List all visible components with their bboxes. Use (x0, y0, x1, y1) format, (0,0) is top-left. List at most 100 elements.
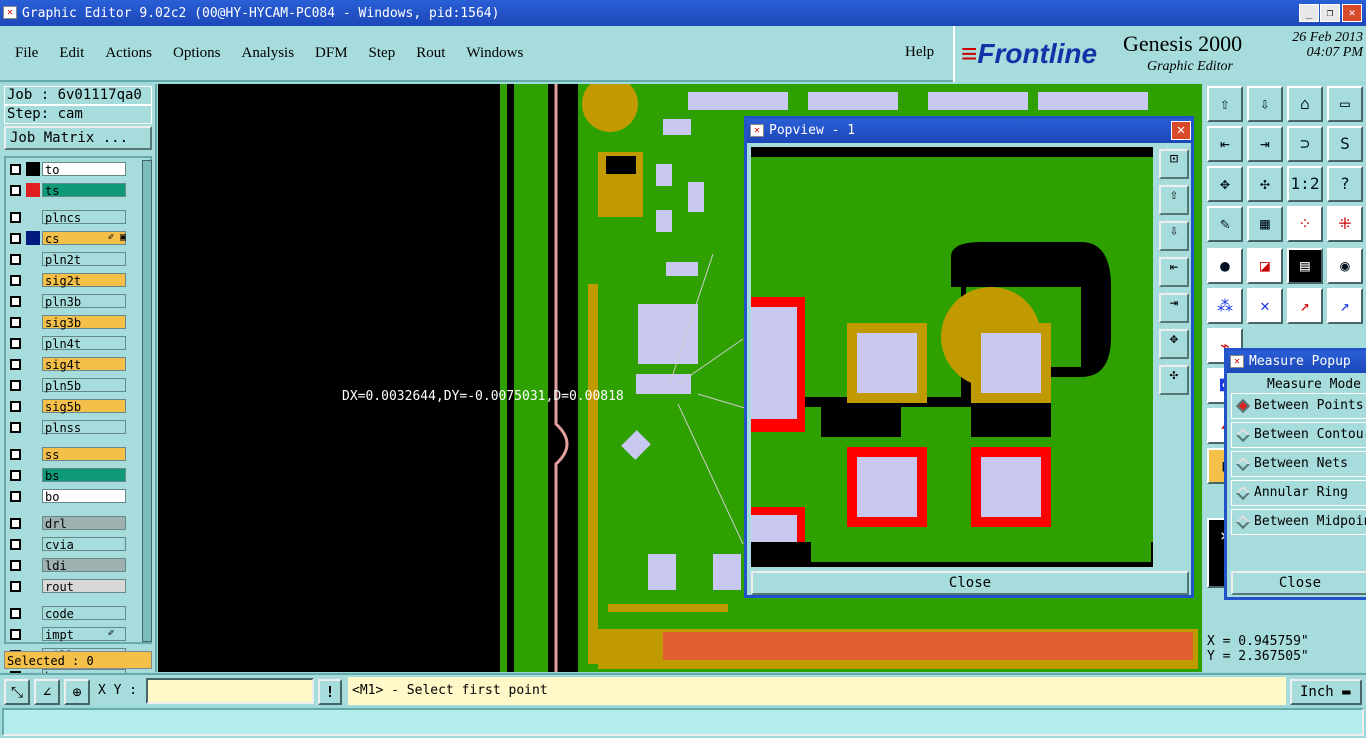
popview-close-x-button[interactable]: ✕ (1171, 121, 1191, 140)
layer-row-bo[interactable]: bo (8, 489, 128, 504)
grid-icon[interactable]: ▦ (1247, 206, 1283, 242)
layer-row-sig3b[interactable]: sig3b (8, 315, 128, 330)
layer-color-swatch[interactable] (26, 516, 40, 530)
layer-color-swatch[interactable] (26, 210, 40, 224)
cross-icon[interactable]: ✕ (1247, 288, 1283, 324)
layer-name[interactable]: bs (42, 468, 126, 483)
menu-dfm[interactable]: DFM (315, 45, 348, 62)
measure-option-between-points[interactable]: Between Points (1231, 393, 1366, 419)
menu-windows[interactable]: Windows (466, 45, 523, 62)
layer-name[interactable]: sig3b (42, 315, 126, 330)
popview-zoom-icon[interactable]: ⊡ (1159, 149, 1189, 179)
measure-option-between-midpoints[interactable]: Between Midpoints (1231, 509, 1366, 535)
ruler-icon[interactable]: ▤ (1287, 248, 1323, 284)
layer-name[interactable]: plncs (42, 210, 126, 225)
pad-icon[interactable]: ● (1207, 248, 1243, 284)
layer-checkbox[interactable] (10, 380, 21, 391)
alert-icon[interactable]: ! (318, 679, 342, 705)
menu-edit[interactable]: Edit (59, 45, 84, 62)
layer-checkbox[interactable] (10, 449, 21, 460)
layer-color-swatch[interactable] (26, 627, 40, 641)
menu-actions[interactable]: Actions (105, 45, 152, 62)
zoom-home-icon[interactable]: ⇧ (1207, 86, 1243, 122)
layer-row-pln2t[interactable]: pln2t (8, 252, 128, 267)
layer-name[interactable]: ts (42, 183, 126, 198)
layer-checkbox[interactable] (10, 254, 21, 265)
job-matrix-button[interactable]: Job Matrix ... (4, 126, 152, 150)
layer-scrollbar[interactable] (142, 160, 152, 642)
layer-color-swatch[interactable] (26, 468, 40, 482)
unit-select[interactable]: Inch ▬ (1290, 679, 1362, 705)
layer-checkbox[interactable] (10, 212, 21, 223)
layer-color-swatch[interactable] (26, 579, 40, 593)
menu-step[interactable]: Step (369, 45, 396, 62)
layer-name[interactable]: code (42, 606, 126, 621)
layer-name[interactable]: bo (42, 489, 126, 504)
resize-icon[interactable]: ⤡ (4, 679, 30, 705)
layer-name[interactable]: plnss (42, 420, 126, 435)
layer-color-swatch[interactable] (26, 252, 40, 266)
layer-color-swatch[interactable] (26, 378, 40, 392)
layer-color-swatch[interactable] (26, 294, 40, 308)
layer-checkbox[interactable] (10, 275, 21, 286)
layer-checkbox[interactable] (10, 317, 21, 328)
point-icon[interactable]: ◉ (1327, 248, 1363, 284)
shape-icon[interactable]: ◪ (1247, 248, 1283, 284)
palette-icon[interactable]: ✎ (1207, 206, 1243, 242)
menu-help[interactable]: Help (905, 44, 934, 61)
layer-checkbox[interactable] (10, 233, 21, 244)
layer-name[interactable]: pln3b (42, 294, 126, 309)
layer-row-pln3b[interactable]: pln3b (8, 294, 128, 309)
popview-up-icon[interactable]: ⇧ (1159, 185, 1189, 215)
layer-color-swatch[interactable] (26, 183, 40, 197)
layer-name[interactable]: pln2t (42, 252, 126, 267)
minimize-button[interactable]: _ (1299, 4, 1319, 22)
layer-checkbox[interactable] (10, 491, 21, 502)
home-icon[interactable]: ⌂ (1287, 86, 1323, 122)
layer-color-swatch[interactable] (26, 447, 40, 461)
layer-name[interactable]: sig5b (42, 399, 126, 414)
help-icon[interactable]: ? (1327, 166, 1363, 202)
layer-name[interactable]: ldi (42, 558, 126, 573)
layer-color-swatch[interactable] (26, 606, 40, 620)
menu-file[interactable]: File (15, 45, 38, 62)
layer-row-sig2t[interactable]: sig2t (8, 273, 128, 288)
layer-name[interactable]: pln4t (42, 336, 126, 351)
popview-fit-icon[interactable]: ✥ (1159, 329, 1189, 359)
zoom-in-icon[interactable]: ⇩ (1247, 86, 1283, 122)
layer-name[interactable]: sig4t (42, 357, 126, 372)
pan-left-icon[interactable]: ⇤ (1207, 126, 1243, 162)
layer-checkbox[interactable] (10, 164, 21, 175)
connect-icon[interactable]: ⁂ (1207, 288, 1243, 324)
layer-checkbox[interactable] (10, 581, 21, 592)
layer-checkbox[interactable] (10, 629, 21, 640)
layer-color-swatch[interactable] (26, 336, 40, 350)
layer-row-code[interactable]: code (8, 606, 128, 621)
layer-checkbox[interactable] (10, 296, 21, 307)
layer-color-swatch[interactable] (26, 399, 40, 413)
layer-name[interactable]: cvia (42, 537, 126, 552)
measure-titlebar[interactable]: ✕ Measure Popup (1227, 351, 1366, 373)
layer-color-swatch[interactable] (26, 315, 40, 329)
layer-checkbox[interactable] (10, 518, 21, 529)
layer-name[interactable]: ss (42, 447, 126, 462)
layer-checkbox[interactable] (10, 401, 21, 412)
layer-color-swatch[interactable] (26, 420, 40, 434)
layer-name[interactable]: pln5b (42, 378, 126, 393)
layer-row-pln5b[interactable]: pln5b (8, 378, 128, 393)
layer-row-cvia[interactable]: cvia (8, 537, 128, 552)
measure-option-between-nets[interactable]: Between Nets (1231, 451, 1366, 477)
popview-left-icon[interactable]: ⇤ (1159, 257, 1189, 287)
layer-color-swatch[interactable] (26, 231, 40, 245)
measure-option-between-contours[interactable]: Between Contours (1231, 422, 1366, 448)
pan-right-icon[interactable]: ⇥ (1247, 126, 1283, 162)
layer-row-cs[interactable]: cs ✐ ▣ (8, 231, 128, 246)
layer-row-bs[interactable]: bs (8, 468, 128, 483)
layer-color-swatch[interactable] (26, 537, 40, 551)
scale-icon[interactable]: 1:2 (1287, 166, 1323, 202)
layer-row-ts[interactable]: ts (8, 183, 128, 198)
layer-row-sig4t[interactable]: sig4t (8, 357, 128, 372)
layer-row-sig5b[interactable]: sig5b (8, 399, 128, 414)
layer-checkbox[interactable] (10, 560, 21, 571)
layer-row-to[interactable]: to (8, 162, 128, 177)
